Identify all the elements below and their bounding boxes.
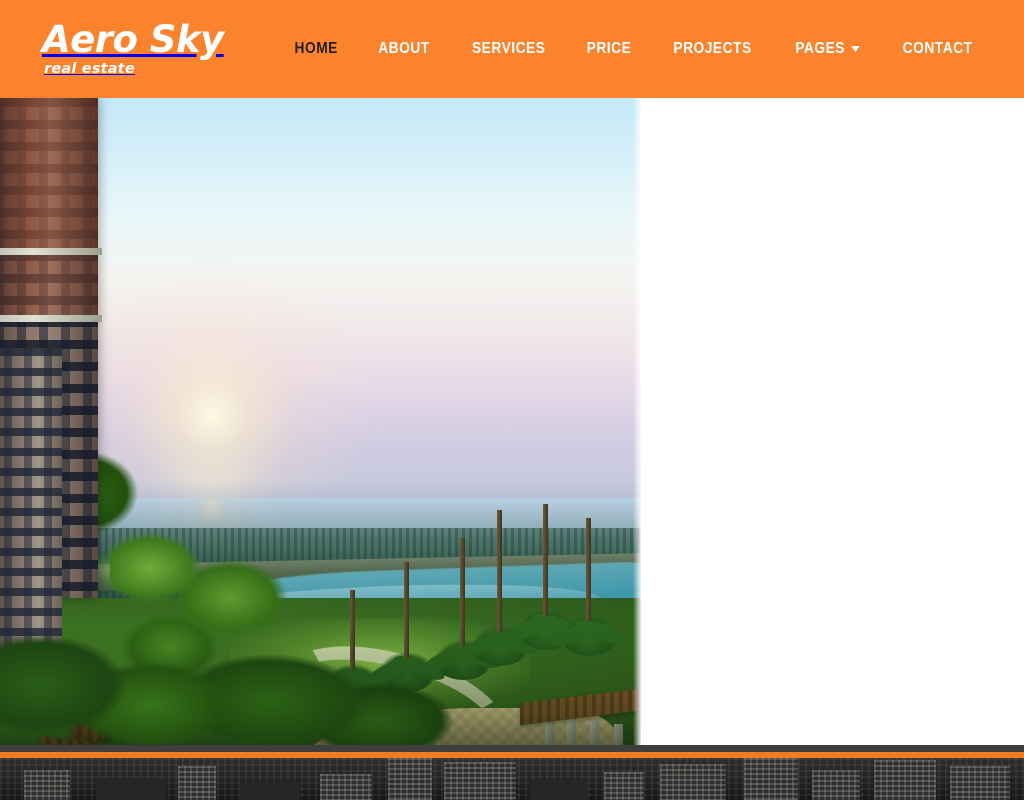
brand-subtitle: real estate bbox=[44, 61, 135, 78]
tower-brick-band bbox=[0, 255, 98, 315]
nav-item-contact[interactable]: CONTACT bbox=[889, 30, 986, 68]
hero-foreground-foliage bbox=[0, 625, 641, 745]
skyline-building bbox=[320, 774, 372, 800]
skyline-building bbox=[240, 782, 300, 800]
page-root: Aero Sky real estate HOME ABOUT SERVICES… bbox=[0, 0, 1024, 800]
nav-item-pages-label: PAGES bbox=[795, 40, 845, 57]
hero-slider[interactable] bbox=[0, 98, 1024, 745]
skyline-building bbox=[812, 770, 860, 800]
tower-cornice bbox=[0, 248, 102, 255]
nav-item-about[interactable]: ABOUT bbox=[364, 30, 443, 68]
footer-top-band bbox=[0, 745, 1024, 752]
residential-tower-secondary bbox=[0, 348, 62, 648]
tower-cornice bbox=[0, 315, 102, 322]
skyline-building bbox=[178, 766, 216, 800]
skyline-building bbox=[444, 762, 516, 800]
nav-item-projects[interactable]: PROJECTS bbox=[660, 30, 766, 68]
tower-windows bbox=[0, 348, 62, 648]
site-footer bbox=[0, 758, 1024, 800]
brand-logo[interactable]: Aero Sky real estate bbox=[42, 21, 224, 77]
main-navigation: HOME ABOUT SERVICES PRICE PROJECTS PAGES… bbox=[275, 30, 994, 68]
skyline-building bbox=[530, 780, 588, 800]
skyline-building bbox=[660, 764, 726, 800]
nav-item-home[interactable]: HOME bbox=[281, 30, 352, 68]
nav-item-pages[interactable]: PAGES bbox=[781, 30, 873, 68]
skyline-building bbox=[744, 758, 798, 800]
hero-slide-edge bbox=[633, 98, 641, 745]
tower-brick-band bbox=[0, 98, 98, 248]
brand-title: Aero Sky bbox=[42, 18, 224, 62]
site-header: Aero Sky real estate HOME ABOUT SERVICES… bbox=[0, 0, 1024, 98]
nav-item-services[interactable]: SERVICES bbox=[458, 30, 559, 68]
skyline-building bbox=[388, 758, 432, 800]
hero-slide-image[interactable] bbox=[0, 98, 641, 745]
skyline-building bbox=[24, 770, 70, 800]
skyline-building bbox=[950, 766, 1010, 800]
skyline-building bbox=[96, 778, 166, 800]
skyline-building bbox=[604, 772, 644, 800]
chevron-down-icon bbox=[850, 46, 860, 52]
skyline-building bbox=[874, 760, 936, 800]
nav-item-price[interactable]: PRICE bbox=[573, 30, 645, 68]
